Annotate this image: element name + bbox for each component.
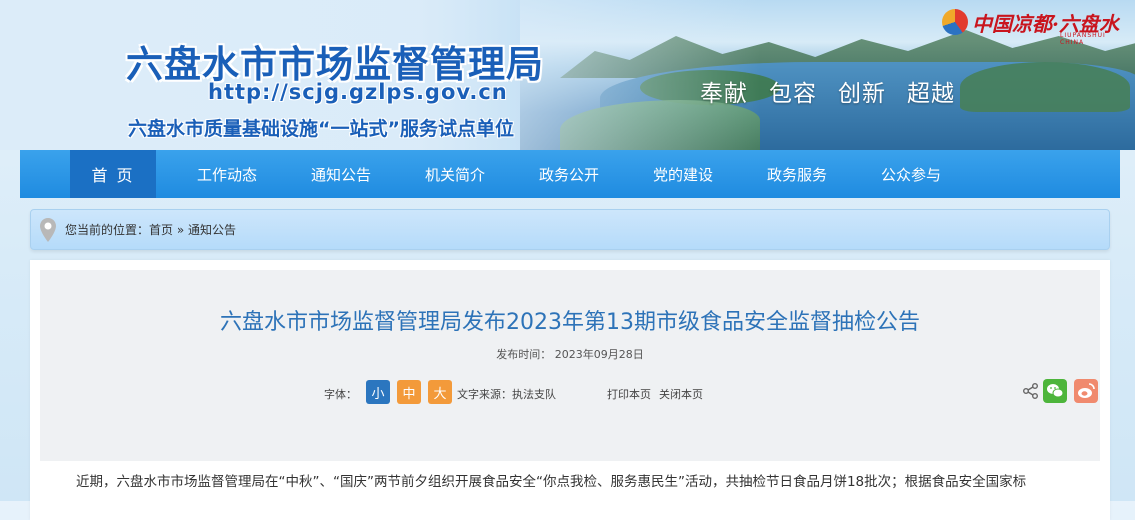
close-page-link[interactable]: 关闭本页 <box>659 386 703 402</box>
nav-item-home[interactable]: 首 页 <box>70 150 156 198</box>
breadcrumb-home-link[interactable]: 首页 <box>149 223 173 237</box>
article-title: 六盘水市市场监督管理局发布2023年第13期市级食品安全监督抽检公告 <box>220 310 920 335</box>
wechat-share-icon[interactable] <box>1043 379 1067 403</box>
nav-item-about[interactable]: 机关简介 <box>398 150 512 198</box>
breadcrumb-current-link[interactable]: 通知公告 <box>188 223 236 237</box>
share-icon[interactable] <box>1022 382 1040 400</box>
slogan: 超越 <box>907 81 955 107</box>
article-body: 近期，六盘水市市场监督管理局在“中秋”、“国庆”两节前夕组织开展食品安全“你点我… <box>76 474 1027 490</box>
main-nav: 首 页 工作动态 通知公告 机关简介 政务公开 党的建设 政务服务 公众参与 <box>20 150 1120 198</box>
nav-item-notices[interactable]: 通知公告 <box>284 150 398 198</box>
site-url: http://scjg.gzlps.gov.cn <box>208 80 508 104</box>
publish-date-value: 2023年09月28日 <box>554 348 644 361</box>
weibo-share-icon[interactable] <box>1074 379 1098 403</box>
article-source: 文字来源：执法支队 <box>457 386 556 402</box>
publish-date-label: 发布时间： <box>496 348 552 361</box>
city-brand-subtext: LIUPANSHUI CHINA <box>1060 32 1106 46</box>
site-banner: 六盘水市市场监督管理局 http://scjg.gzlps.gov.cn 六盘水… <box>0 0 1135 150</box>
slogan: 包容 <box>769 81 817 107</box>
breadcrumb: 您当前的位置：首页 » 通知公告 <box>30 209 1110 250</box>
font-size-label: 字体： <box>324 388 357 401</box>
font-medium-button[interactable]: 中 <box>397 380 421 404</box>
breadcrumb-separator: » <box>176 223 185 237</box>
print-page-link[interactable]: 打印本页 <box>607 386 651 402</box>
city-logo-icon <box>942 9 968 35</box>
slogans: 奉献 包容 创新 超越 <box>700 74 955 108</box>
city-brand-logo: 中国凉都·六盘水 LIUPANSHUI CHINA <box>942 6 1132 46</box>
article-toolbar: 字体： 小 中 大 文字来源：执法支队 打印本页 关闭本页 <box>40 379 1100 405</box>
publish-date: 发布时间： 2023年09月28日 <box>40 346 1100 362</box>
slogan: 创新 <box>838 81 886 107</box>
slogan: 奉献 <box>700 81 748 107</box>
pilot-unit-text: 六盘水市质量基础设施“一站式”服务试点单位 <box>128 118 514 140</box>
location-pin-icon <box>39 217 57 243</box>
source-label: 文字来源： <box>457 388 512 401</box>
source-value: 执法支队 <box>512 388 556 401</box>
nav-item-services[interactable]: 政务服务 <box>740 150 854 198</box>
banner-island-right <box>960 62 1130 112</box>
nav-item-public[interactable]: 公众参与 <box>854 150 968 198</box>
font-large-button[interactable]: 大 <box>428 380 452 404</box>
font-small-button[interactable]: 小 <box>366 380 390 404</box>
article-panel: 六盘水市市场监督管理局发布2023年第13期市级食品安全监督抽检公告 发布时间：… <box>30 260 1110 520</box>
nav-item-gov-affairs[interactable]: 政务公开 <box>512 150 626 198</box>
breadcrumb-text: 您当前的位置：首页 » 通知公告 <box>65 221 236 238</box>
article-header: 六盘水市市场监督管理局发布2023年第13期市级食品安全监督抽检公告 发布时间：… <box>40 270 1100 461</box>
nav-item-party[interactable]: 党的建设 <box>626 150 740 198</box>
nav-item-work-news[interactable]: 工作动态 <box>170 150 284 198</box>
breadcrumb-prefix: 您当前的位置： <box>65 223 150 237</box>
